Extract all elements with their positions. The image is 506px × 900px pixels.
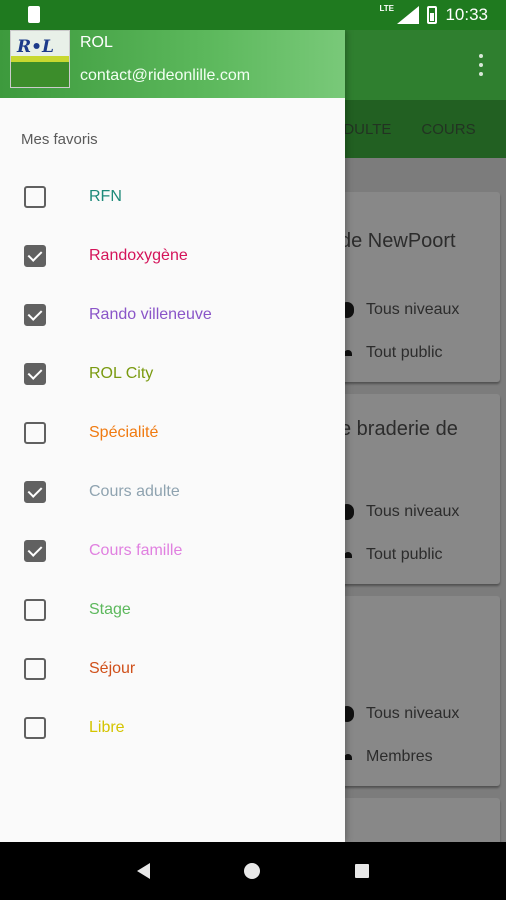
favorite-item-rando-villeneuve[interactable]: Rando villeneuve [0, 286, 345, 345]
status-bar: LTE 10:33 [0, 0, 506, 30]
back-icon[interactable] [137, 863, 151, 879]
system-navigation-bar [0, 842, 506, 900]
card-audience: Tout public [366, 344, 443, 361]
favorite-item-rfn[interactable]: RFN [0, 168, 345, 227]
card-level: Tous niveaux [366, 705, 460, 722]
favorite-item-cours-famille[interactable]: Cours famille [0, 522, 345, 581]
favorite-label: Séjour [89, 660, 136, 677]
checkbox[interactable] [24, 186, 46, 208]
favorite-label: RFN [89, 188, 122, 205]
account-email: contact@rideonlille.com [80, 67, 251, 84]
signal-icon [397, 6, 420, 24]
card-level: Tous niveaux [366, 503, 460, 520]
audience-icon [344, 552, 352, 558]
checkbox[interactable] [24, 717, 46, 739]
overflow-menu-icon[interactable] [478, 54, 484, 76]
checkbox[interactable] [24, 422, 46, 444]
checkbox[interactable] [24, 540, 46, 562]
favorite-label: ROL City [89, 365, 154, 382]
checkbox[interactable] [24, 481, 46, 503]
favorite-item-rol-city[interactable]: ROL City [0, 345, 345, 404]
card-level: Tous niveaux [366, 301, 460, 318]
favorite-label: Spécialité [89, 424, 159, 441]
favorite-label: Cours adulte [89, 483, 180, 500]
rol-logo: R•L [10, 30, 70, 88]
favorite-item-specialite[interactable]: Spécialité [0, 404, 345, 463]
favorite-item-stage[interactable]: Stage [0, 581, 345, 640]
sd-card-icon [28, 6, 40, 23]
checkbox[interactable] [24, 245, 46, 267]
favorite-item-sejour[interactable]: Séjour [0, 640, 345, 699]
favorites-section-title: Mes favoris [21, 131, 98, 148]
card-audience: Tout public [366, 546, 443, 563]
audience-icon [344, 350, 352, 356]
card-title: e braderie de [340, 418, 458, 440]
home-icon[interactable] [244, 863, 261, 879]
favorite-label: Stage [89, 601, 131, 618]
checkbox[interactable] [24, 658, 46, 680]
favorite-label: Libre [89, 719, 125, 736]
checkbox[interactable] [24, 363, 46, 385]
drawer-header: R•L ROL contact@rideonlille.com [0, 30, 345, 98]
tab-cours[interactable]: COURS [421, 121, 475, 138]
status-time: 10:33 [445, 5, 488, 24]
navigation-drawer: R•L ROL contact@rideonlille.com Mes favo… [0, 30, 345, 842]
network-type: LTE [379, 4, 394, 13]
favorite-item-randoxygene[interactable]: Randoxygène [0, 227, 345, 286]
audience-icon [344, 754, 352, 760]
checkbox[interactable] [24, 304, 46, 326]
battery-icon [427, 6, 438, 24]
favorite-label: Cours famille [89, 542, 183, 559]
favorite-label: Rando villeneuve [89, 306, 212, 323]
checkbox[interactable] [24, 599, 46, 621]
favorite-label: Randoxygène [89, 247, 188, 264]
account-name: ROL [80, 34, 113, 51]
recent-apps-icon[interactable] [354, 864, 369, 878]
card-audience: Membres [366, 748, 433, 765]
card-title: de NewPoort [340, 230, 456, 252]
favorite-item-libre[interactable]: Libre [0, 699, 345, 758]
favorite-item-cours-adulte[interactable]: Cours adulte [0, 463, 345, 522]
